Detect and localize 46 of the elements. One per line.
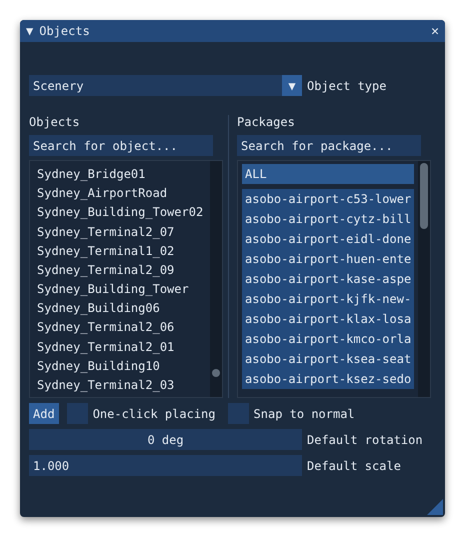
list-item[interactable]: Sydney_Building10 bbox=[34, 356, 206, 375]
list-item[interactable]: asobo-airport-klax-losa bbox=[242, 309, 414, 329]
list-item[interactable]: asobo-airport-ksez-sedo bbox=[242, 369, 414, 389]
list-item[interactable]: Sydney_Building06 bbox=[34, 298, 206, 318]
resize-grip[interactable] bbox=[427, 499, 443, 515]
list-item[interactable]: asobo-airport-cytz-bill bbox=[242, 209, 414, 229]
checkbox-label: Snap to normal bbox=[254, 406, 355, 420]
scrollbar-track[interactable] bbox=[210, 161, 222, 397]
list-item[interactable]: Sydney_Terminal2_07 bbox=[34, 222, 206, 241]
list-item[interactable]: Sydney_Terminal2_09 bbox=[34, 260, 206, 280]
list-item[interactable]: asobo-airport-eidl-done bbox=[242, 229, 414, 249]
checkbox[interactable] bbox=[228, 403, 249, 424]
field-label: Default rotation bbox=[307, 432, 423, 446]
list-item[interactable]: asobo-airport-c53-lower bbox=[242, 189, 414, 209]
number-field[interactable]: 0 deg bbox=[29, 429, 302, 450]
list-item[interactable]: asobo-airport-huen-ente bbox=[242, 249, 414, 269]
checkbox[interactable] bbox=[66, 403, 88, 424]
field-label: Default scale bbox=[307, 458, 401, 472]
section-heading: Packages bbox=[237, 115, 296, 131]
list-item[interactable]: Sydney_Terminal2_03 bbox=[34, 374, 206, 394]
list-item[interactable]: Sydney_AirportRoad bbox=[34, 183, 206, 202]
section-heading: Objects bbox=[29, 115, 81, 131]
scrollbar-track[interactable] bbox=[418, 161, 430, 397]
window-title: Objects bbox=[39, 24, 91, 38]
search-field[interactable]: Search for package... bbox=[237, 135, 421, 156]
list-item[interactable]: Sydney_Bridge01 bbox=[34, 164, 206, 184]
list-item[interactable]: Sydney_Building_Tower bbox=[34, 279, 206, 298]
list-item[interactable]: Sydney_Terminal2_06 bbox=[34, 317, 206, 337]
search-field[interactable]: Search for object... bbox=[29, 135, 213, 156]
number-field[interactable]: 1.000 bbox=[29, 455, 302, 476]
list-item[interactable]: asobo-airport-kmco-orla bbox=[242, 329, 414, 349]
collapse-arrow[interactable]: ▼ bbox=[26, 25, 34, 37]
object-type-dropdown[interactable]: Scenery ▼ bbox=[29, 75, 302, 96]
checkbox-label: One-click placing bbox=[92, 406, 216, 420]
list-item[interactable]: asobo-airport-ksea-seat bbox=[242, 349, 414, 369]
list-item[interactable]: asobo-airport-kase-aspe bbox=[242, 269, 414, 289]
list-item[interactable]: Sydney_Terminal1_02 bbox=[34, 240, 206, 260]
list-item[interactable]: asobo-airport-kjfk-new- bbox=[242, 289, 414, 309]
scrollbar-thumb[interactable] bbox=[420, 163, 428, 229]
list-item[interactable]: Sydney_Building_Tower02 bbox=[34, 202, 206, 222]
scrollbar-thumb[interactable] bbox=[212, 369, 220, 377]
field-label: Object type bbox=[307, 78, 386, 92]
close-button[interactable]: ✕ bbox=[431, 24, 439, 38]
list-item[interactable]: ALL bbox=[242, 164, 414, 184]
add-button[interactable]: Add bbox=[29, 403, 59, 424]
list-item[interactable]: Sydney_Terminal2_01 bbox=[34, 336, 206, 356]
